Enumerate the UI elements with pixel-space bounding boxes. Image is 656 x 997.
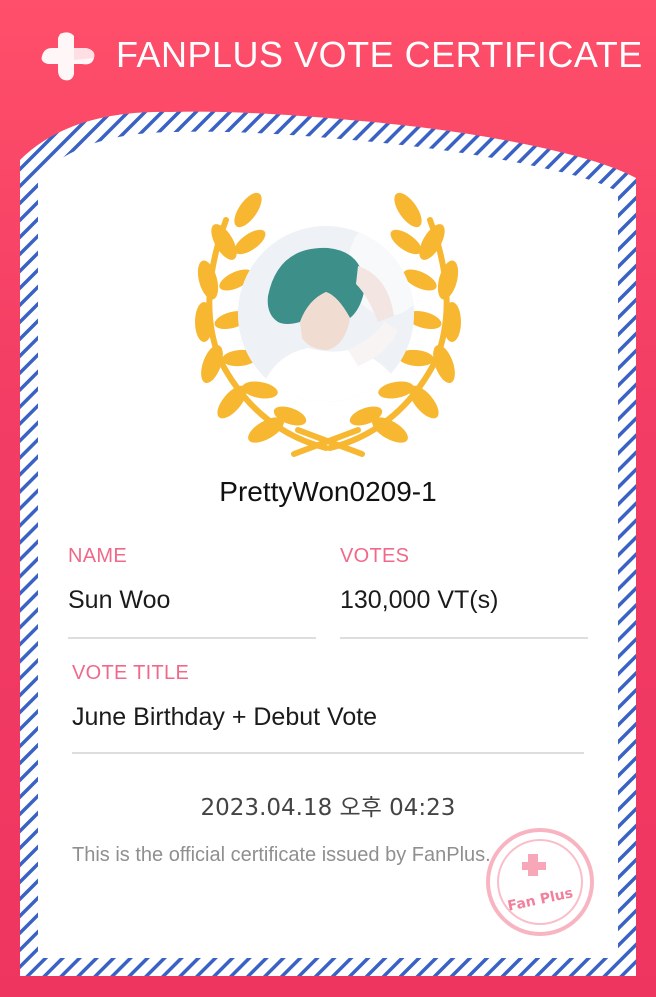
fanplus-seal-icon: Fan Plus <box>486 828 594 936</box>
profile-photo <box>238 226 414 402</box>
name-label: NAME <box>68 545 127 567</box>
votes-label: VOTES <box>340 545 410 567</box>
name-value: Sun Woo <box>68 586 171 614</box>
vote-title-label: VOTE TITLE <box>72 662 190 684</box>
votes-value: 130,000 VT(s) <box>340 586 499 614</box>
votes-divider <box>340 637 588 639</box>
vote-title-divider <box>72 752 584 754</box>
svg-text:Fan Plus: Fan Plus <box>506 885 574 914</box>
certificate-body: PrettyWon0209-1 NAME Sun Woo VOTES 130,0… <box>0 0 656 997</box>
issue-datetime: 2023.04.18 오후 04:23 <box>200 795 456 821</box>
official-notice: This is the official certificate issued … <box>72 844 491 866</box>
vote-title-value: June Birthday + Debut Vote <box>72 703 378 731</box>
voter-username: PrettyWon0209-1 <box>219 476 437 507</box>
certificate-frame: FANPLUS VOTE CERTIFICATE PrettyWon0209-1… <box>0 0 656 997</box>
name-divider <box>68 637 316 639</box>
